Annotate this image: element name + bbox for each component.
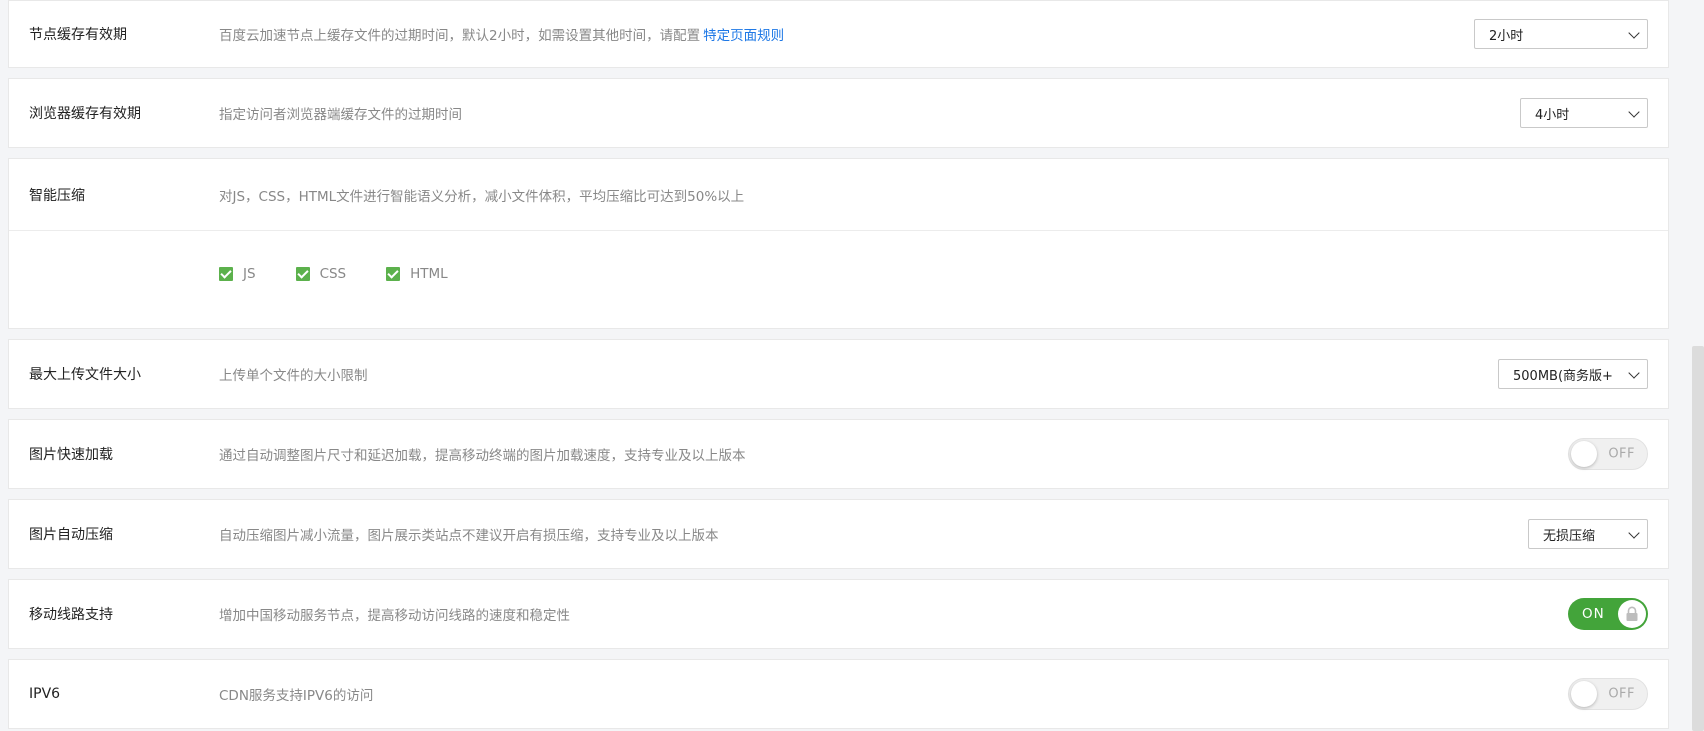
select-value: 2小时	[1489, 28, 1524, 44]
toggle-state: OFF	[1608, 446, 1635, 462]
toggle-state: OFF	[1608, 686, 1635, 702]
toggle-knob	[1571, 441, 1597, 467]
chevron-down-icon	[1628, 527, 1640, 539]
setting-label: 图片自动压缩	[29, 527, 113, 543]
setting-description: 上传单个文件的大小限制	[219, 368, 368, 384]
checkbox-checked-icon[interactable]	[295, 267, 310, 281]
settings-page: 节点缓存有效期 百度云加速节点上缓存文件的过期时间，默认2小时，如需设置其他时间…	[0, 0, 1704, 731]
setting-label: 最大上传文件大小	[29, 367, 141, 383]
setting-mobile-line: 移动线路支持 增加中国移动服务节点，提高移动访问线路的速度和稳定性 ON	[8, 579, 1669, 649]
chevron-down-icon	[1628, 27, 1640, 39]
setting-label: IPV6	[29, 686, 61, 702]
toggle-knob	[1571, 681, 1597, 707]
checkbox-css[interactable]: CSS	[295, 266, 347, 282]
setting-label: 智能压缩	[29, 187, 85, 204]
setting-description: 自动压缩图片减小流量，图片展示类站点不建议开启有损压缩，支持专业及以上版本	[219, 528, 719, 544]
setting-ipv6: IPV6 CDN服务支持IPV6的访问 OFF	[8, 659, 1669, 729]
checkbox-checked-icon[interactable]	[386, 267, 401, 281]
setting-label: 节点缓存有效期	[29, 27, 127, 43]
select-value: 4小时	[1535, 107, 1570, 123]
node-cache-select[interactable]: 2小时	[1474, 19, 1648, 49]
checkbox-label: CSS	[319, 266, 347, 282]
setting-max-upload: 最大上传文件大小 上传单个文件的大小限制 500MB(商务版+	[8, 339, 1669, 409]
setting-image-fast-load: 图片快速加载 通过自动调整图片尺寸和延迟加载，提高移动终端的图片加载速度，支持专…	[8, 419, 1669, 489]
image-compress-select[interactable]: 无损压缩	[1528, 519, 1648, 549]
divider	[9, 230, 1668, 231]
toggle-state: ON	[1582, 606, 1605, 622]
setting-image-auto-compress: 图片自动压缩 自动压缩图片减小流量，图片展示类站点不建议开启有损压缩，支持专业及…	[8, 499, 1669, 569]
setting-browser-cache: 浏览器缓存有效期 指定访问者浏览器端缓存文件的过期时间 4小时	[8, 78, 1669, 148]
chevron-down-icon	[1628, 106, 1640, 118]
setting-description: 百度云加速节点上缓存文件的过期时间，默认2小时，如需设置其他时间，请配置 特定页面…	[219, 24, 784, 44]
lock-icon	[1626, 606, 1638, 621]
description-text: 百度云加速节点上缓存文件的过期时间，默认2小时，如需设置其他时间，请配置	[219, 28, 701, 44]
toggle-knob	[1618, 600, 1646, 628]
checkbox-label: HTML	[410, 266, 448, 282]
setting-node-cache: 节点缓存有效期 百度云加速节点上缓存文件的过期时间，默认2小时，如需设置其他时间…	[8, 0, 1669, 68]
setting-description: 通过自动调整图片尺寸和延迟加载，提高移动终端的图片加载速度，支持专业及以上版本	[219, 448, 746, 464]
ipv6-toggle[interactable]: OFF	[1568, 678, 1648, 710]
setting-description: CDN服务支持IPV6的访问	[219, 688, 374, 704]
max-upload-select[interactable]: 500MB(商务版+	[1498, 359, 1648, 389]
checkbox-html[interactable]: HTML	[386, 266, 448, 282]
scrollbar-thumb[interactable]	[1692, 346, 1704, 731]
image-fast-load-toggle[interactable]: OFF	[1568, 438, 1648, 470]
setting-label: 浏览器缓存有效期	[29, 106, 141, 122]
checkbox-js[interactable]: JS	[219, 266, 256, 282]
setting-description: 指定访问者浏览器端缓存文件的过期时间	[219, 107, 462, 123]
select-value: 500MB(商务版+	[1513, 368, 1613, 384]
page-rules-link[interactable]: 特定页面规则	[703, 28, 784, 44]
setting-label: 图片快速加载	[29, 447, 113, 463]
browser-cache-select[interactable]: 4小时	[1520, 98, 1648, 128]
checkbox-checked-icon[interactable]	[219, 267, 233, 281]
select-value: 无损压缩	[1543, 528, 1596, 544]
setting-description: 增加中国移动服务节点，提高移动访问线路的速度和稳定性	[219, 608, 570, 624]
checkbox-label: JS	[243, 266, 256, 282]
chevron-down-icon	[1628, 367, 1640, 379]
setting-label: 移动线路支持	[29, 607, 113, 623]
setting-description: 对JS，CSS，HTML文件进行智能语义分析，减小文件体积，平均压缩比可达到50…	[219, 188, 745, 205]
mobile-line-toggle[interactable]: ON	[1568, 598, 1648, 630]
compress-options: JS CSS HTML	[219, 266, 488, 282]
setting-smart-compress: 智能压缩 对JS，CSS，HTML文件进行智能语义分析，减小文件体积，平均压缩比…	[8, 158, 1669, 329]
